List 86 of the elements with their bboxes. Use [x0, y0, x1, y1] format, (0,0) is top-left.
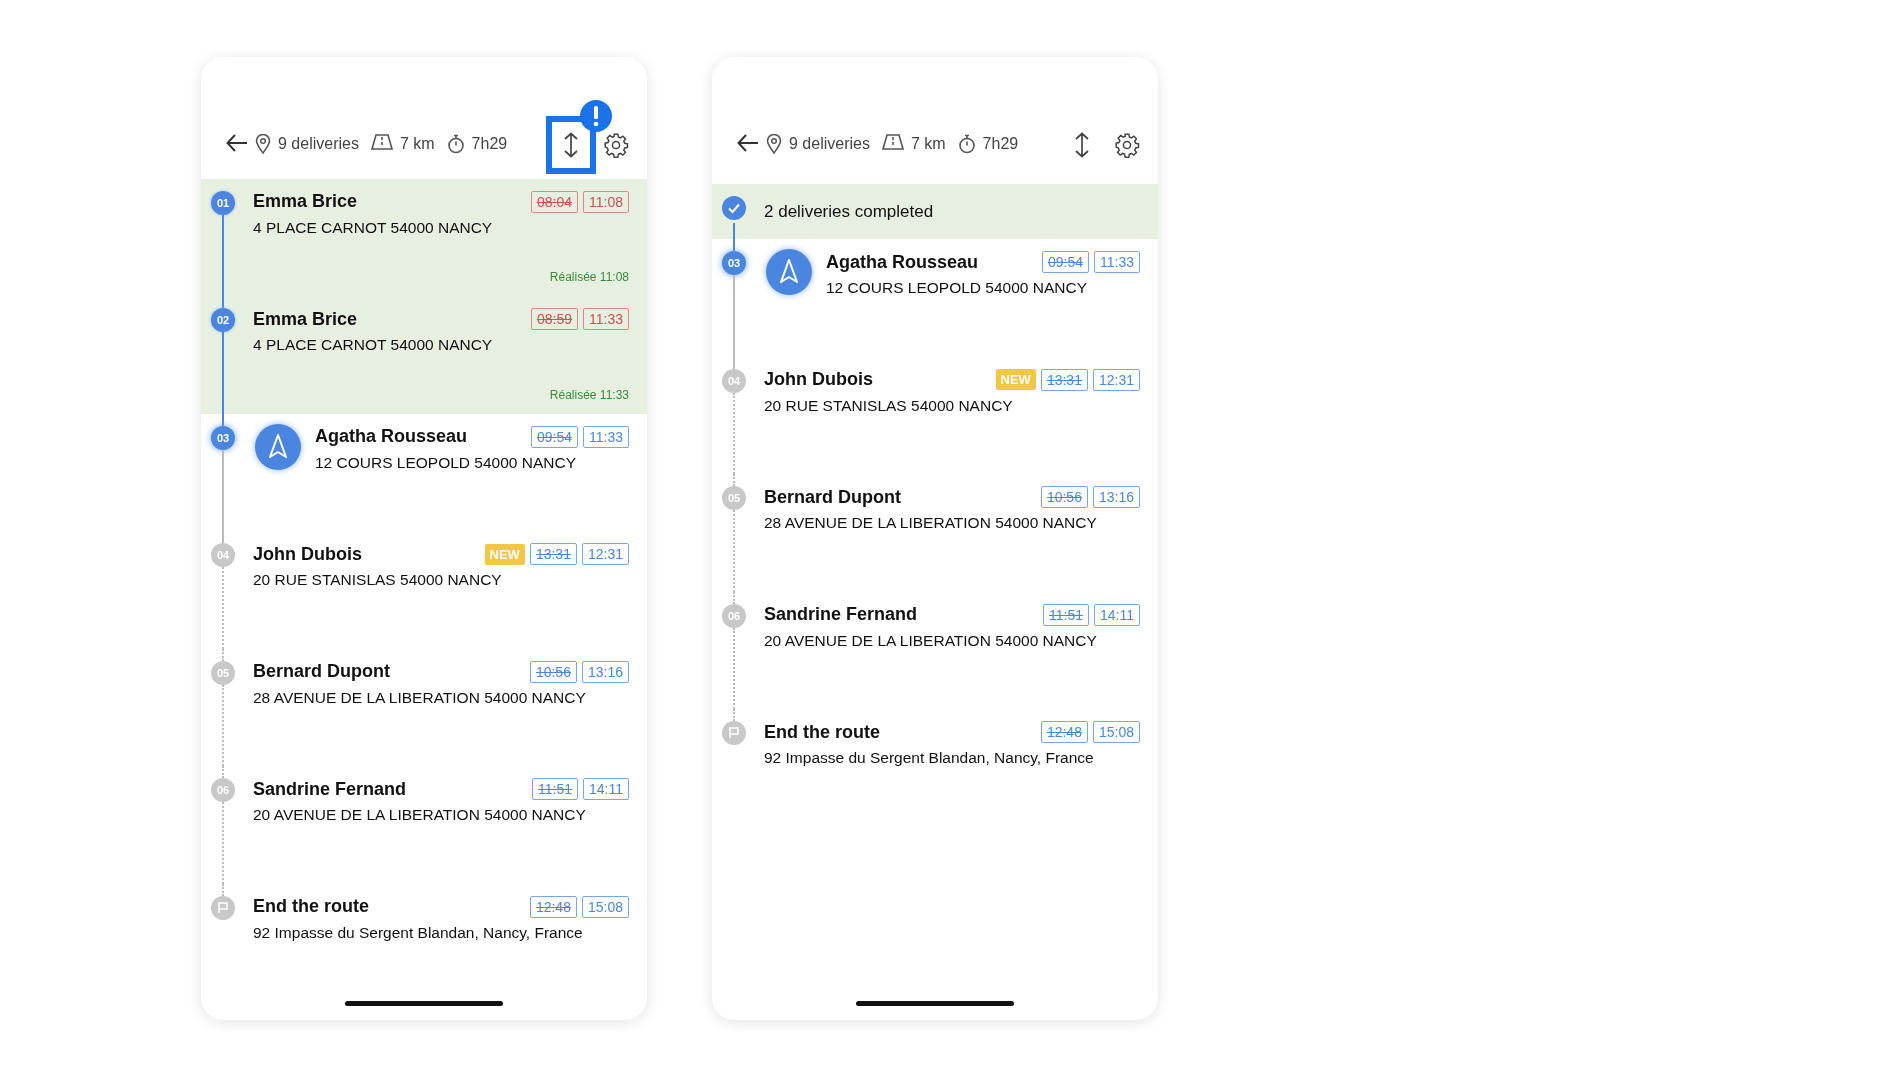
settings-icon[interactable]	[603, 132, 629, 158]
road-icon	[370, 134, 393, 150]
stopwatch-icon	[957, 134, 976, 154]
recipient-name: Bernard Dupont	[764, 486, 901, 508]
stopwatch-icon	[446, 134, 465, 154]
back-arrow-icon[interactable]	[226, 134, 248, 152]
sort-arrows-icon	[1074, 132, 1090, 158]
planned-time: 12:48	[1040, 721, 1088, 743]
address-text: 28 AVENUE DE LA LIBERATION 54000 NANCY	[764, 514, 1098, 532]
estimated-time: 14:11	[1094, 603, 1140, 626]
completed-time-text: Réalisée 11:33	[549, 387, 629, 402]
planned-time: 08:04	[530, 190, 578, 213]
location-pin-icon	[255, 134, 271, 154]
recipient-name: End the route	[253, 896, 369, 918]
planned-time: 10:56	[529, 660, 577, 683]
deliveries-count: 9 deliveries	[278, 135, 359, 153]
estimated-time: 11:08	[583, 190, 629, 213]
planned-time: 13:31	[529, 543, 577, 566]
settings-icon[interactable]	[1114, 132, 1140, 158]
estimated-time: 15:08	[581, 895, 629, 918]
stop-number: 03	[722, 251, 746, 275]
location-pin-icon	[766, 134, 782, 154]
address-text: 20 AVENUE DE LA LIBERATION 54000 NANCY	[764, 631, 1098, 650]
recipient-name: End the route	[764, 721, 880, 743]
estimated-time: 11:33	[583, 308, 629, 331]
planned-time: 12:48	[529, 895, 577, 918]
recipient-name: Emma Brice	[253, 308, 358, 330]
recipient-name: Sandrine Fernand	[253, 778, 407, 800]
recipient-name: Agatha Rousseau	[826, 251, 979, 273]
stop-row[interactable]: 01 Emma Brice 08:04 11:08 4 PLACE CARNOT 54000 NANCY Réalisée 11:08	[201, 178, 647, 297]
estimated-time: 11:33	[1094, 251, 1140, 273]
stop-number: 03	[211, 425, 235, 450]
completed-summary-row[interactable]: 2 deliveries completed	[712, 184, 1158, 239]
address-text: 20 RUE STANISLAS 54000 NANCY	[253, 571, 503, 590]
estimated-time: 12:31	[581, 543, 629, 566]
recipient-name: Sandrine Fernand	[764, 604, 918, 625]
alert-icon	[580, 100, 612, 132]
address-text: 12 COURS LEOPOLD 54000 NANCY	[826, 279, 1089, 297]
recipient-name: John Dubois	[253, 543, 362, 565]
stop-row[interactable]: End the route 12:48 15:08 92 Impasse du Sergent Blandan, Nancy, France	[201, 883, 647, 1002]
navigation-icon[interactable]	[764, 247, 814, 297]
recipient-name: Agatha Rousseau	[315, 426, 468, 448]
completed-time-text: Réalisée 11:08	[549, 270, 629, 285]
recipient-name: Emma Brice	[253, 191, 358, 213]
estimated-time: 12:31	[1092, 368, 1140, 391]
road-icon	[881, 134, 904, 150]
address-text: 20 RUE STANISLAS 54000 NANCY	[764, 396, 1014, 415]
estimated-time: 14:11	[583, 778, 629, 801]
new-badge: NEW	[484, 543, 525, 565]
address-text: 20 AVENUE DE LA LIBERATION 54000 NANCY	[253, 806, 587, 825]
recipient-name: John Dubois	[764, 369, 873, 390]
recipient-name: Bernard Dupont	[253, 661, 390, 683]
completed-summary-text: 2 deliveries completed	[764, 201, 934, 222]
address-text: 28 AVENUE DE LA LIBERATION 54000 NANCY	[253, 688, 587, 707]
address-text: 4 PLACE CARNOT 54000 NANCY	[253, 218, 494, 237]
planned-time: 09:54	[530, 425, 578, 448]
estimated-time: 11:33	[583, 425, 629, 448]
stop-row[interactable]: 03 Agatha Rousseau 09:54 11:33 12 COURS LEOPOLD 54000 NANCY	[201, 413, 647, 532]
planned-time: 13:31	[1040, 368, 1088, 391]
address-text: 92 Impasse du Sergent Blandan, Nancy, France	[764, 749, 1095, 767]
stop-row[interactable]: 02 Emma Brice 08:59 11:33 4 PLACE CARNOT 54000 NANCY Réalisée 11:33	[201, 296, 647, 414]
planned-time: 11:51	[532, 778, 578, 801]
stop-row[interactable]: End the route 12:48 15:08 92 Impasse du Sergent Blandan, Nancy, France	[712, 709, 1158, 827]
stop-row[interactable]: 03 Agatha Rousseau 09:54 11:33 12 COURS LEOPOLD 54000 NANCY	[712, 239, 1158, 357]
address-text: 12 COURS LEOPOLD 54000 NANCY	[315, 453, 578, 472]
distance-text: 7 km	[910, 135, 946, 153]
new-badge: NEW	[995, 369, 1036, 390]
estimated-time: 15:08	[1092, 721, 1140, 743]
duration-text: 7h29	[471, 135, 508, 153]
stop-number: 01	[211, 190, 235, 215]
duration-text: 7h29	[982, 135, 1019, 153]
estimated-time: 13:16	[1092, 486, 1140, 508]
sort-arrows-icon	[563, 132, 579, 158]
address-text: 4 PLACE CARNOT 54000 NANCY	[253, 336, 494, 355]
planned-time: 10:56	[1040, 486, 1088, 508]
planned-time: 09:54	[1041, 251, 1089, 273]
stop-number: 02	[211, 308, 235, 333]
planned-time: 11:51	[1043, 603, 1089, 626]
navigation-icon[interactable]	[253, 421, 303, 472]
back-arrow-icon[interactable]	[737, 134, 759, 152]
distance-text: 7 km	[399, 135, 435, 153]
deliveries-count: 9 deliveries	[789, 135, 870, 153]
estimated-time: 13:16	[581, 660, 629, 683]
planned-time: 08:59	[530, 308, 578, 331]
check-icon	[722, 196, 746, 220]
address-text: 92 Impasse du Sergent Blandan, Nancy, France	[253, 923, 584, 942]
